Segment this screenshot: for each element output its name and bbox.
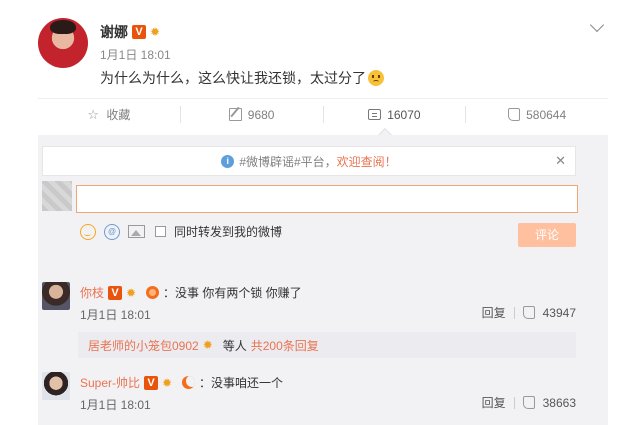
comment-time: 1月1日 18:01 <box>80 308 151 322</box>
comment-toolbar: @ 同时转发到我的微博 <box>80 223 282 240</box>
fire-badge-icon: ✹ <box>150 25 161 39</box>
sad-face-icon <box>368 70 384 86</box>
moon-badge-icon <box>182 376 196 389</box>
divider <box>513 306 515 319</box>
verified-v-icon: V <box>132 25 146 39</box>
divider <box>513 396 515 409</box>
repost-icon <box>228 108 242 121</box>
comment-actions: 回复 43947 <box>482 304 576 321</box>
author-row: 谢娜 V ✹ <box>100 22 166 42</box>
emoji-icon[interactable] <box>80 223 96 240</box>
info-icon: i <box>221 154 235 168</box>
reply-mid-text: 等人 <box>222 338 247 353</box>
like-count: 580644 <box>526 107 567 122</box>
reply-button[interactable]: 回复 <box>482 304 506 321</box>
commenter-name[interactable]: Super-帅比 <box>80 374 140 391</box>
action-bar: ☆ 收藏 9680 16070 580644 <box>38 98 608 130</box>
submit-comment-button[interactable]: 评论 <box>518 223 576 247</box>
star-icon: ☆ <box>87 107 100 122</box>
post-text: 为什么为什么，这么快让我还锁，太过分了 <box>100 68 384 88</box>
mention-icon[interactable]: @ <box>104 223 120 240</box>
thumbs-up-icon[interactable] <box>522 396 535 409</box>
reply-button[interactable]: 回复 <box>482 394 506 411</box>
favorite-label: 收藏 <box>106 108 131 122</box>
author-avatar[interactable] <box>38 18 88 68</box>
fire-badge-icon: ✹ <box>162 375 173 390</box>
close-icon[interactable]: ✕ <box>555 153 566 169</box>
reply-summary: 居老师的小笼包0902 ✹ 等人 共200条回复 <box>78 332 576 358</box>
commenter-avatar[interactable] <box>42 282 70 310</box>
comment-text: ：没事咱还一个 <box>199 376 284 390</box>
reply-user[interactable]: 居老师的小笼包0902 <box>88 337 199 354</box>
notice-topic[interactable]: #微博辟谣#平台， <box>239 153 336 170</box>
verified-v-icon: V <box>108 285 123 300</box>
comment-like-count: 38663 <box>542 395 576 410</box>
comment-time: 1月1日 18:01 <box>80 398 151 412</box>
commenter-name[interactable]: 你枝 <box>80 284 104 301</box>
fire-badge-icon: ✹ <box>126 285 137 300</box>
thumbs-up-icon[interactable] <box>522 306 535 319</box>
forward-label: 同时转发到我的微博 <box>174 225 283 239</box>
notice-welcome: 欢迎查阅！ <box>336 154 397 169</box>
member-badge-icon <box>146 286 160 299</box>
post-text-content: 为什么为什么，这么快让我还锁，太过分了 <box>100 70 366 86</box>
post-time[interactable]: 1月1日 18:01 <box>100 46 171 63</box>
thumbs-up-icon <box>508 108 521 121</box>
post-header: 谢娜 V ✹ 1月1日 18:01 为什么为什么，这么快让我还锁，太过分了 <box>38 12 608 92</box>
comment-icon <box>368 109 382 120</box>
favorite-button[interactable]: ☆ 收藏 <box>38 106 181 123</box>
image-icon[interactable] <box>128 225 145 238</box>
commenter-avatar[interactable] <box>42 372 70 400</box>
comment-line: 你枝 V ✹ ：没事 你有两个锁 你赚了 <box>80 284 302 301</box>
notice-bar: i #微博辟谣#平台， 欢迎查阅！ ✕ <box>42 146 576 176</box>
chevron-down-icon[interactable] <box>589 17 605 33</box>
forward-checkbox[interactable] <box>155 226 166 237</box>
comment-panel: i #微博辟谣#平台， 欢迎查阅！ ✕ @ 同时转发到我的微博 评论 你枝 V … <box>38 135 608 425</box>
comment-line: Super-帅比 V ✹ ：没事咱还一个 <box>80 374 283 391</box>
fire-badge-icon: ✹ <box>202 338 213 352</box>
comment-input[interactable] <box>76 185 578 213</box>
comment-actions: 回复 38663 <box>482 394 576 411</box>
verified-v-icon: V <box>144 375 159 390</box>
repost-button[interactable]: 9680 <box>181 106 324 123</box>
comment-button[interactable]: 16070 <box>324 106 467 123</box>
author-name[interactable]: 谢娜 <box>100 22 128 42</box>
my-avatar <box>42 181 72 211</box>
reply-count-link[interactable]: 共200条回复 <box>251 337 319 354</box>
like-button[interactable]: 580644 <box>466 106 608 123</box>
comment-count: 16070 <box>387 107 421 122</box>
repost-count: 9680 <box>247 107 275 122</box>
comment-like-count: 43947 <box>542 305 576 320</box>
comment-text: ：没事 你有两个锁 你赚了 <box>163 286 302 300</box>
